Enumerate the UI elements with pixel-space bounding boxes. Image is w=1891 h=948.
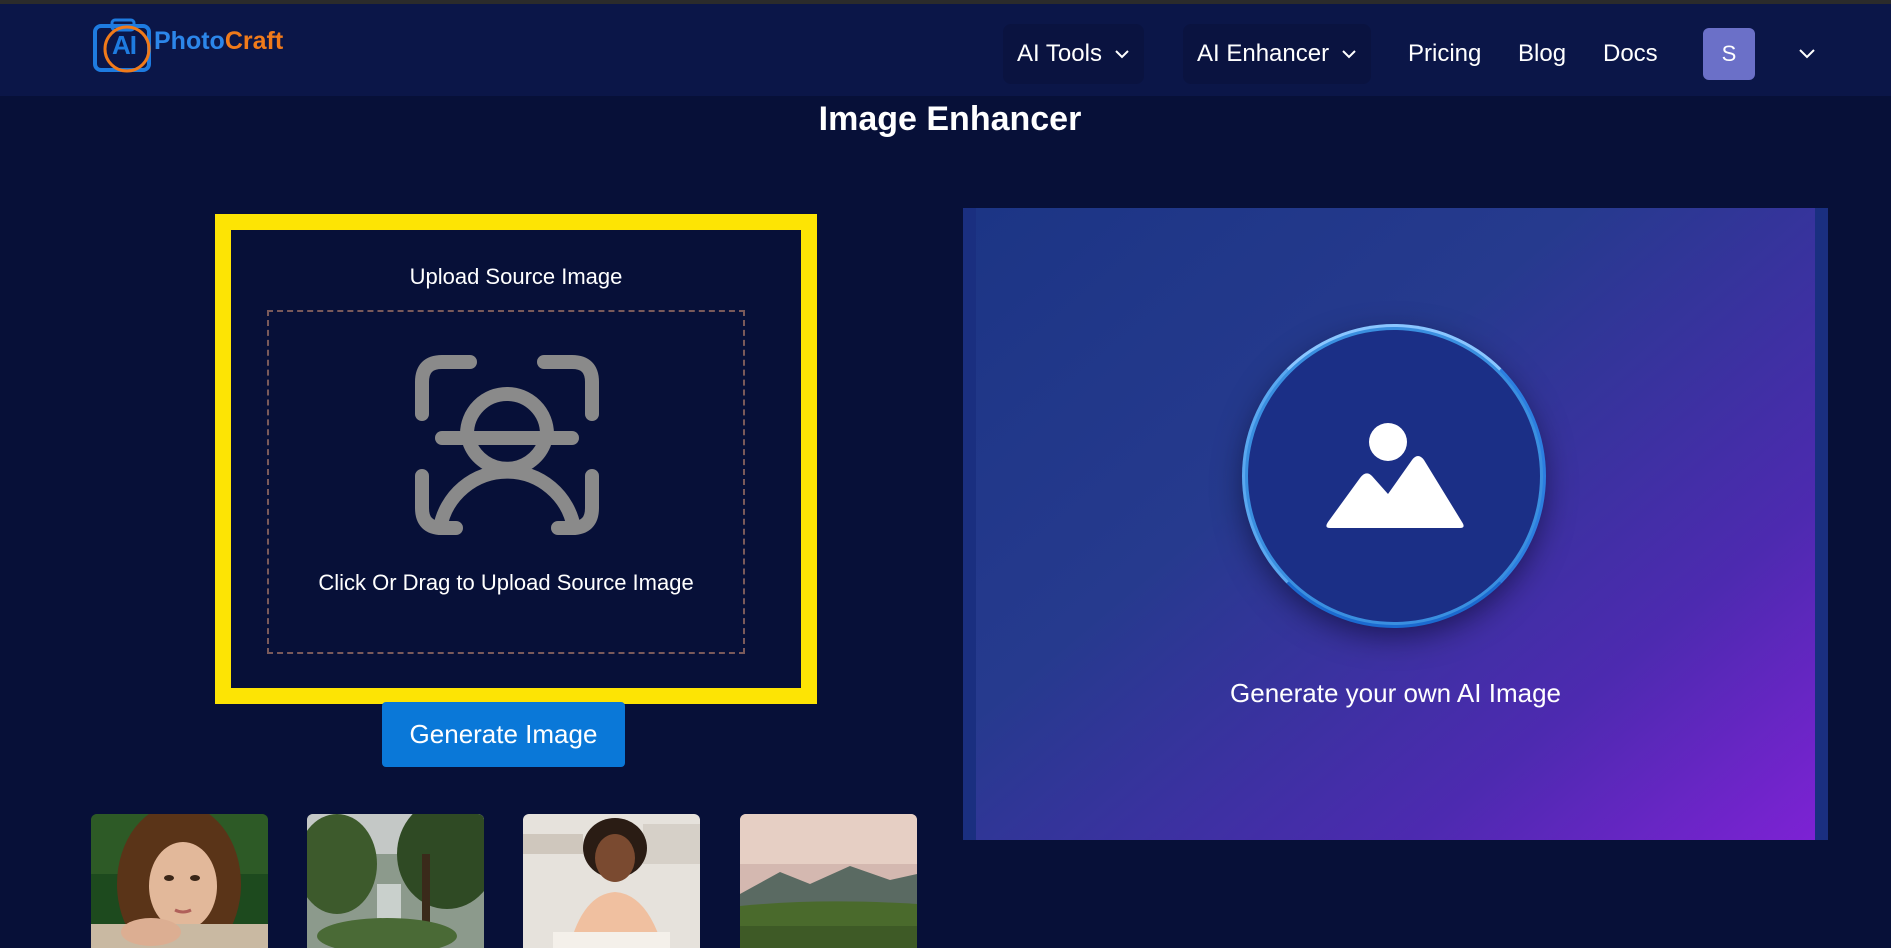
nav-docs-link[interactable]: Docs [1603,40,1658,68]
result-placeholder-circle [1242,324,1546,628]
face-scan-icon [415,355,599,535]
logo-mark-text: AI [112,30,137,60]
nav-blog-link[interactable]: Blog [1518,40,1566,68]
avatar[interactable]: S [1703,28,1755,80]
logo-wordmark-part2: Craft [224,26,284,55]
upload-panel: Upload Source Image Click Or Drag to Upl… [215,214,817,704]
nav-ai-tools-label: AI Tools [1017,40,1102,67]
logo-wordmark: PhotoCraft [154,27,283,56]
sample-thumbnail-forest[interactable] [307,814,484,948]
chevron-down-icon [1342,50,1356,59]
upload-label: Upload Source Image [409,264,623,289]
nav-ai-enhancer[interactable]: AI Enhancer [1183,24,1372,84]
page: AI PhotoCraft AI Tools AI Enhancer Prici… [0,0,1891,948]
sample-thumbnail-landscape[interactable] [740,814,917,948]
page-title: Image Enhancer [818,100,1082,138]
logo[interactable]: AI PhotoCraft [92,14,283,76]
nav-pricing-link[interactable]: Pricing [1408,40,1481,68]
chevron-down-icon[interactable] [1798,48,1816,60]
nav-ai-tools-dropdown[interactable]: AI Tools [1003,24,1144,84]
upload-drop-zone[interactable]: Click Or Drag to Upload Source Image [267,310,745,654]
header: AI PhotoCraft AI Tools AI Enhancer Prici… [0,4,1891,96]
upload-drop-text: Click Or Drag to Upload Source Image [318,570,694,595]
generate-image-button[interactable]: Generate Image [382,702,625,767]
nav-ai-enhancer-label: AI Enhancer [1197,40,1330,67]
result-placeholder-text: Generate your own AI Image [1230,678,1561,708]
sample-thumbnail-woman-portrait[interactable] [91,814,268,948]
image-icon [1326,423,1464,528]
nav-ai-tools[interactable]: AI Tools [1003,24,1144,84]
logo-wordmark-part1: Photo [154,26,225,55]
nav-ai-enhancer-dropdown[interactable]: AI Enhancer [1183,24,1372,84]
sample-thumbnail-woman-at-table[interactable] [523,814,700,948]
result-panel: Generate your own AI Image [976,208,1815,840]
chevron-down-icon [1115,50,1129,59]
logo-camera-icon: AI [92,16,156,74]
